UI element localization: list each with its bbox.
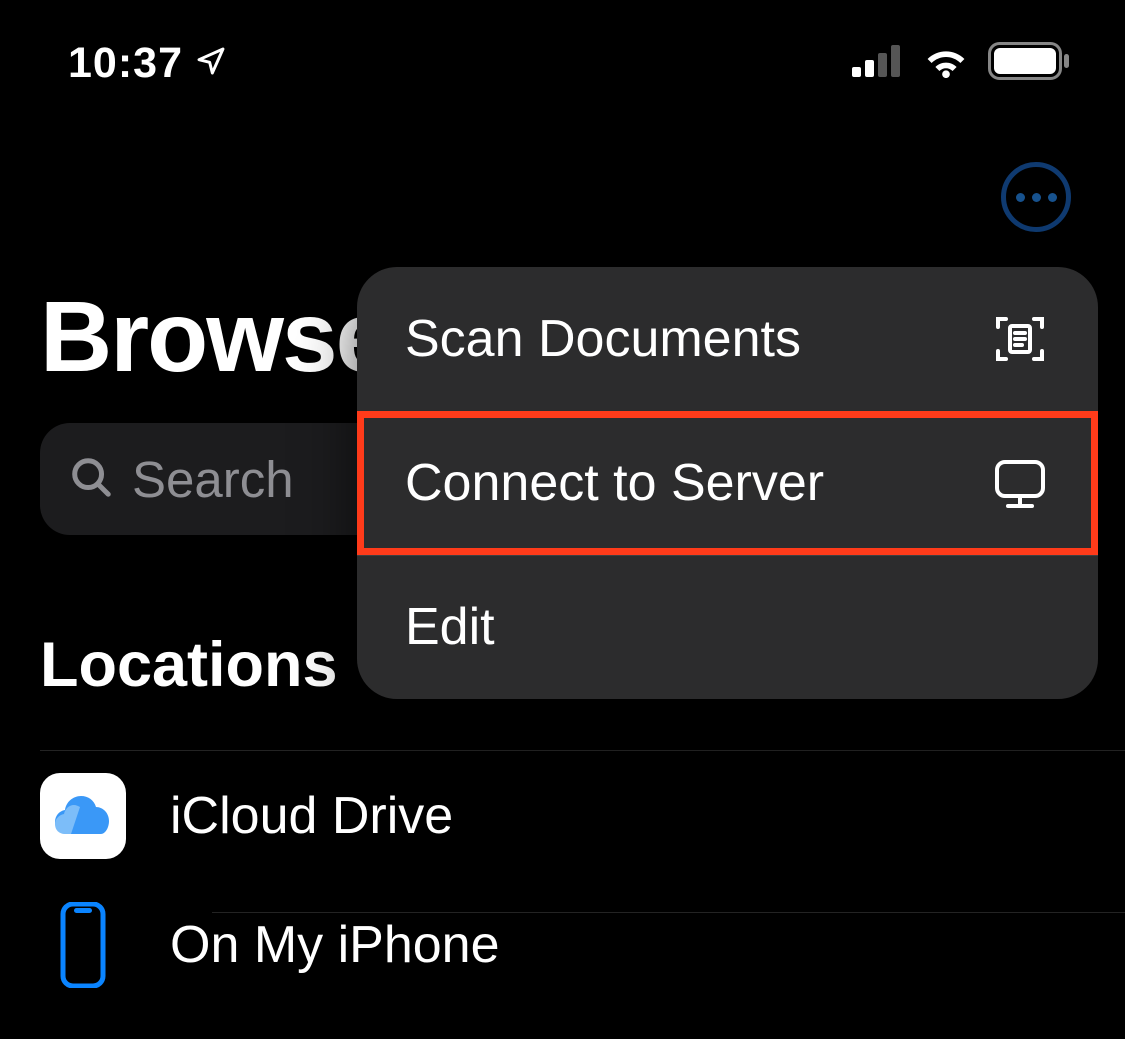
wifi-icon: [922, 43, 970, 84]
display-icon: [990, 453, 1050, 513]
context-menu: Scan Documents Connect to Server: [357, 267, 1098, 699]
location-arrow-icon: [195, 45, 227, 82]
search-placeholder: Search: [132, 450, 294, 509]
iphone-icon: [40, 902, 126, 988]
menu-item-label: Scan Documents: [405, 309, 801, 369]
battery-icon: [988, 42, 1070, 85]
location-label: On My iPhone: [170, 915, 500, 975]
scan-icon: [990, 309, 1050, 369]
location-row-on-my-iphone[interactable]: On My iPhone: [40, 880, 1125, 1010]
menu-item-scan-documents[interactable]: Scan Documents: [357, 267, 1098, 411]
search-icon: [68, 454, 114, 505]
status-left: 10:37: [68, 39, 227, 88]
location-label: iCloud Drive: [170, 786, 453, 846]
locations-header[interactable]: Locations: [40, 629, 338, 701]
status-time: 10:37: [68, 39, 183, 88]
menu-item-label: Connect to Server: [405, 453, 824, 513]
menu-item-edit[interactable]: Edit: [357, 555, 1098, 699]
status-right: [852, 42, 1070, 85]
locations-list: iCloud Drive On My iPhone: [40, 750, 1125, 1010]
location-row-icloud[interactable]: iCloud Drive: [40, 750, 1125, 880]
menu-item-connect-to-server[interactable]: Connect to Server: [357, 411, 1098, 555]
cellular-signal-icon: [852, 45, 904, 82]
page-title: Browse: [40, 280, 389, 395]
ellipsis-icon: [1016, 193, 1025, 202]
icloud-icon: [40, 773, 126, 859]
status-bar: 10:37: [0, 38, 1125, 88]
menu-item-label: Edit: [405, 597, 495, 657]
more-options-button[interactable]: [1001, 162, 1071, 232]
